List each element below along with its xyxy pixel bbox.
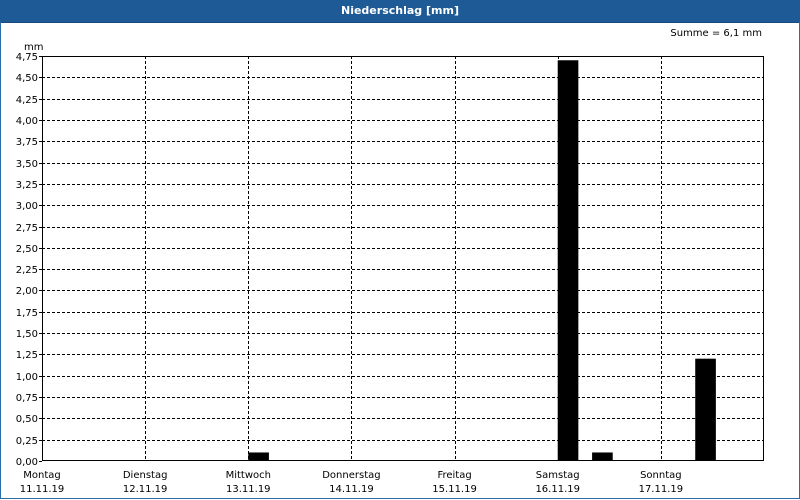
plot-border bbox=[42, 56, 764, 461]
y-tick-label: 2,00 bbox=[16, 286, 38, 297]
y-tick-label: 3,25 bbox=[16, 180, 38, 191]
y-tick-label: 4,00 bbox=[16, 116, 38, 127]
y-tick-label: 4,50 bbox=[16, 73, 38, 84]
y-unit-label: mm bbox=[24, 42, 43, 53]
y-tick-label: 1,50 bbox=[16, 329, 38, 340]
x-date-label: 13.11.19 bbox=[226, 484, 271, 495]
y-tick-label: 0,25 bbox=[16, 436, 38, 447]
x-day-label: Freitag bbox=[437, 470, 471, 481]
bar bbox=[248, 452, 269, 461]
labels: 0,00 0,25 0,50 0,75 1,00 1,25 1,50 1,75 2,00 2,25… bbox=[16, 28, 762, 495]
y-tick-label: 3,00 bbox=[16, 201, 38, 212]
x-day-label: Montag bbox=[23, 470, 60, 481]
x-date-label: 15.11.19 bbox=[432, 484, 477, 495]
y-tick-label: 2,75 bbox=[16, 223, 38, 234]
x-date-label: 12.11.19 bbox=[123, 484, 168, 495]
axes bbox=[39, 56, 764, 462]
x-day-label: Mittwoch bbox=[226, 470, 271, 481]
y-tick-label: 2,50 bbox=[16, 244, 38, 255]
x-date-label: 16.11.19 bbox=[535, 484, 580, 495]
x-day-label: Dienstag bbox=[123, 470, 168, 481]
x-day-label: Donnerstag bbox=[322, 470, 380, 481]
sum-label: Summe = 6,1 mm bbox=[670, 28, 762, 39]
x-date-label: 11.11.19 bbox=[20, 484, 65, 495]
y-tick-label: 4,75 bbox=[16, 52, 38, 63]
x-date-label: 14.11.19 bbox=[329, 484, 374, 495]
y-tick-label: 0,75 bbox=[16, 393, 38, 404]
y-tick-label: 0,50 bbox=[16, 414, 38, 425]
chart-frame: 0,00 0,25 0,50 0,75 1,00 1,25 1,50 1,75 2,00 2,25… bbox=[0, 22, 800, 499]
y-tick-label: 4,25 bbox=[16, 95, 38, 106]
grid bbox=[42, 56, 764, 461]
y-tick-label: 1,25 bbox=[16, 350, 38, 361]
bar bbox=[557, 60, 579, 462]
y-tick-label: 2,25 bbox=[16, 265, 38, 276]
y-tick-label: 1,75 bbox=[16, 308, 38, 319]
y-tick-label: 3,75 bbox=[16, 137, 38, 148]
chart-title: Niederschlag [mm] bbox=[341, 4, 459, 17]
bar bbox=[695, 358, 716, 461]
x-day-label: Samstag bbox=[536, 470, 580, 481]
bar bbox=[592, 452, 613, 461]
y-tick-label: 1,00 bbox=[16, 372, 38, 383]
title-bar: Niederschlag [mm] bbox=[0, 0, 800, 23]
x-date-label: 17.11.19 bbox=[639, 484, 684, 495]
x-day-label: Sonntag bbox=[640, 470, 682, 481]
y-tick-label: 3,50 bbox=[16, 159, 38, 170]
precipitation-chart: 0,00 0,25 0,50 0,75 1,00 1,25 1,50 1,75 2,00 2,25… bbox=[16, 28, 764, 495]
y-tick-label: 0,00 bbox=[16, 457, 38, 468]
